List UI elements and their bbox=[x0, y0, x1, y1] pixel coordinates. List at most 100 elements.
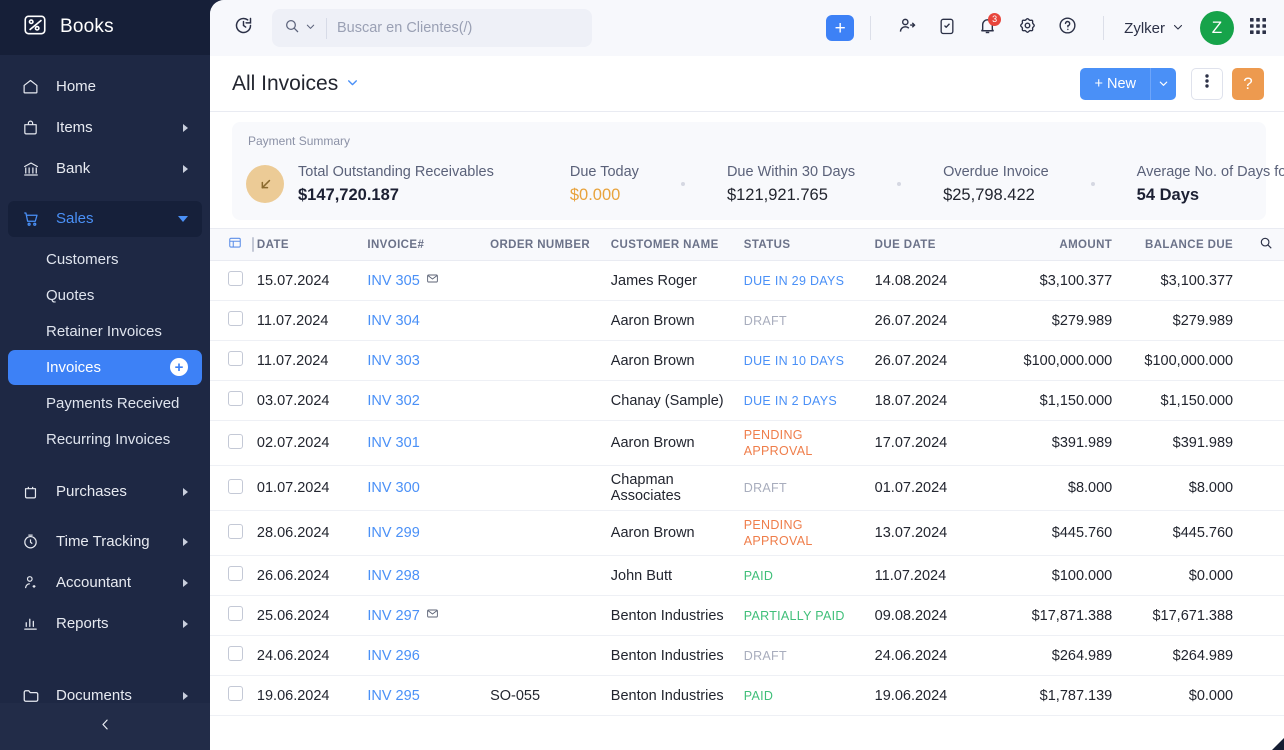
sidebar-item-time-tracking[interactable]: Time Tracking bbox=[8, 524, 202, 560]
sidebar-item-items[interactable]: Items bbox=[8, 110, 202, 146]
header-order-number[interactable]: ORDER NUMBER bbox=[484, 228, 605, 261]
header-due-date[interactable]: DUE DATE bbox=[868, 228, 994, 261]
sidebar-item-reports[interactable]: Reports bbox=[8, 606, 202, 642]
invoice-link[interactable]: INV 304 bbox=[367, 313, 419, 329]
cell-customer-name: Benton Industries bbox=[604, 635, 738, 676]
invoice-link[interactable]: INV 302 bbox=[367, 393, 419, 409]
resize-handle[interactable] bbox=[1272, 738, 1284, 750]
sidebar-item-accountant[interactable]: Accountant bbox=[8, 565, 202, 601]
sidebar-item-customers[interactable]: Customers bbox=[8, 242, 202, 277]
cell-status: DUE IN 10 DAYS bbox=[737, 340, 869, 381]
cell-invoice-number: INV 302 bbox=[361, 380, 485, 421]
header-search[interactable] bbox=[1247, 228, 1284, 261]
invoice-link[interactable]: INV 297 bbox=[367, 608, 419, 624]
sidebar-collapse-button[interactable] bbox=[0, 703, 210, 750]
sidebar-item-invoices[interactable]: Invoices + bbox=[8, 349, 202, 385]
notifications-button[interactable]: 3 bbox=[972, 13, 1002, 43]
cell-spacer bbox=[1247, 595, 1284, 636]
sidebar-item-bank[interactable]: Bank bbox=[8, 151, 202, 187]
row-checkbox[interactable] bbox=[228, 478, 243, 494]
status-badge: DRAFT bbox=[743, 481, 787, 495]
header-amount[interactable]: AMOUNT bbox=[993, 228, 1119, 261]
cell-due-date: 13.07.2024 bbox=[868, 510, 994, 556]
header-select bbox=[210, 228, 254, 261]
select-all-checkbox[interactable] bbox=[252, 237, 254, 252]
contacts-button[interactable] bbox=[892, 13, 922, 43]
sidebar-item-payments-received[interactable]: Payments Received bbox=[8, 386, 202, 421]
sidebar-item-recurring-invoices[interactable]: Recurring Invoices bbox=[8, 422, 202, 457]
table-row[interactable]: 28.06.2024 INV 299 Aaron Brown PENDING APPR… bbox=[210, 510, 1284, 556]
row-checkbox[interactable] bbox=[228, 311, 243, 326]
table-row[interactable]: 26.06.2024 INV 298 John Butt PAID 11.07.2024… bbox=[210, 555, 1284, 596]
sidebar-item-home[interactable]: Home bbox=[8, 69, 202, 105]
row-checkbox[interactable] bbox=[228, 351, 243, 366]
cell-due-date: 26.07.2024 bbox=[868, 340, 994, 381]
row-checkbox[interactable] bbox=[228, 686, 243, 701]
search-scope-selector[interactable] bbox=[284, 17, 327, 39]
avatar[interactable]: Z bbox=[1200, 11, 1234, 45]
page-title-dropdown[interactable]: All Invoices bbox=[232, 72, 359, 96]
cell-balance-due: $0.000 bbox=[1118, 555, 1248, 596]
header-status[interactable]: STATUS bbox=[737, 228, 869, 261]
table-row[interactable]: 02.07.2024 INV 301 Aaron Brown PENDING APPR… bbox=[210, 420, 1284, 466]
column-settings-icon[interactable] bbox=[228, 236, 242, 253]
new-button[interactable]: + New bbox=[1080, 67, 1150, 100]
sidebar-item-sales[interactable]: Sales bbox=[8, 200, 202, 237]
cell-balance-due: $0.000 bbox=[1118, 675, 1248, 716]
table-row[interactable]: 15.07.2024 INV 305 James Roger DUE IN 29 DA… bbox=[210, 260, 1284, 301]
header-customer-name[interactable]: CUSTOMER NAME bbox=[604, 228, 738, 261]
invoice-link[interactable]: INV 299 bbox=[367, 525, 419, 541]
row-checkbox[interactable] bbox=[228, 433, 243, 449]
cell-status: PENDING APPROVAL bbox=[737, 420, 869, 466]
row-checkbox[interactable] bbox=[228, 391, 243, 406]
sidebar-item-purchases[interactable]: Purchases bbox=[8, 474, 202, 510]
organization-selector[interactable]: Zylker bbox=[1124, 20, 1184, 37]
cell-spacer bbox=[1247, 300, 1284, 341]
search-input[interactable] bbox=[337, 20, 567, 36]
invoice-link[interactable]: INV 305 bbox=[367, 273, 419, 289]
add-invoice-icon[interactable]: + bbox=[170, 358, 188, 377]
global-search-box[interactable] bbox=[272, 9, 592, 47]
cell-order-number: SO-055 bbox=[484, 675, 605, 716]
cell-amount: $279.989 bbox=[993, 300, 1119, 341]
quick-add-button[interactable]: + bbox=[826, 15, 855, 41]
sidebar-item-quotes[interactable]: Quotes bbox=[8, 278, 202, 313]
header-invoice-number[interactable]: INVOICE# bbox=[361, 228, 485, 261]
help-button[interactable] bbox=[1052, 13, 1082, 43]
table-row[interactable]: 03.07.2024 INV 302 Chanay (Sample) DUE IN 2… bbox=[210, 380, 1284, 421]
table-row[interactable]: 24.06.2024 INV 296 Benton Industries DRAFT 2… bbox=[210, 635, 1284, 676]
more-actions-button[interactable] bbox=[1191, 67, 1223, 100]
cell-due-date: 09.08.2024 bbox=[868, 595, 994, 636]
row-checkbox[interactable] bbox=[228, 606, 243, 621]
invoice-link[interactable]: INV 303 bbox=[367, 353, 419, 369]
invoice-link[interactable]: INV 298 bbox=[367, 568, 419, 584]
tasks-button[interactable] bbox=[932, 13, 962, 43]
header-balance-due[interactable]: BALANCE DUE bbox=[1118, 228, 1248, 261]
sidebar-item-retainer-invoices[interactable]: Retainer Invoices bbox=[8, 314, 202, 349]
new-button-dropdown[interactable] bbox=[1150, 67, 1176, 100]
table-row[interactable]: 11.07.2024 INV 303 Aaron Brown DUE IN 10 DA… bbox=[210, 340, 1284, 381]
row-checkbox[interactable] bbox=[228, 646, 243, 661]
row-checkbox[interactable] bbox=[228, 566, 243, 581]
settings-button[interactable] bbox=[1012, 13, 1042, 43]
row-checkbox[interactable] bbox=[228, 271, 243, 286]
invoice-link[interactable]: INV 300 bbox=[367, 480, 419, 496]
invoice-link[interactable]: INV 295 bbox=[367, 688, 419, 704]
row-checkbox[interactable] bbox=[228, 523, 243, 539]
cell-amount: $100,000.000 bbox=[993, 340, 1119, 381]
invoice-link[interactable]: INV 296 bbox=[367, 648, 419, 664]
sidebar-item-documents[interactable]: Documents bbox=[8, 678, 202, 703]
table-row[interactable]: 11.07.2024 INV 304 Aaron Brown DRAFT 26.07.2… bbox=[210, 300, 1284, 341]
refresh-button[interactable] bbox=[228, 13, 258, 43]
brand-logo[interactable]: Books bbox=[0, 0, 210, 55]
topbar: + bbox=[210, 0, 1284, 56]
dot-divider bbox=[897, 182, 902, 186]
table-row[interactable]: 19.06.2024 INV 295 SO-055 Benton Industries… bbox=[210, 675, 1284, 716]
page-help-button[interactable]: ? bbox=[1232, 67, 1264, 100]
invoice-link[interactable]: INV 301 bbox=[367, 435, 419, 451]
table-row[interactable]: 25.06.2024 INV 297 Benton Industries PARTIA… bbox=[210, 595, 1284, 636]
cell-spacer bbox=[1247, 340, 1284, 381]
table-row[interactable]: 01.07.2024 INV 300 Chapman Associates DRAFT… bbox=[210, 465, 1284, 511]
header-date[interactable]: DATE bbox=[250, 228, 362, 261]
app-switcher-button[interactable] bbox=[1248, 16, 1268, 41]
